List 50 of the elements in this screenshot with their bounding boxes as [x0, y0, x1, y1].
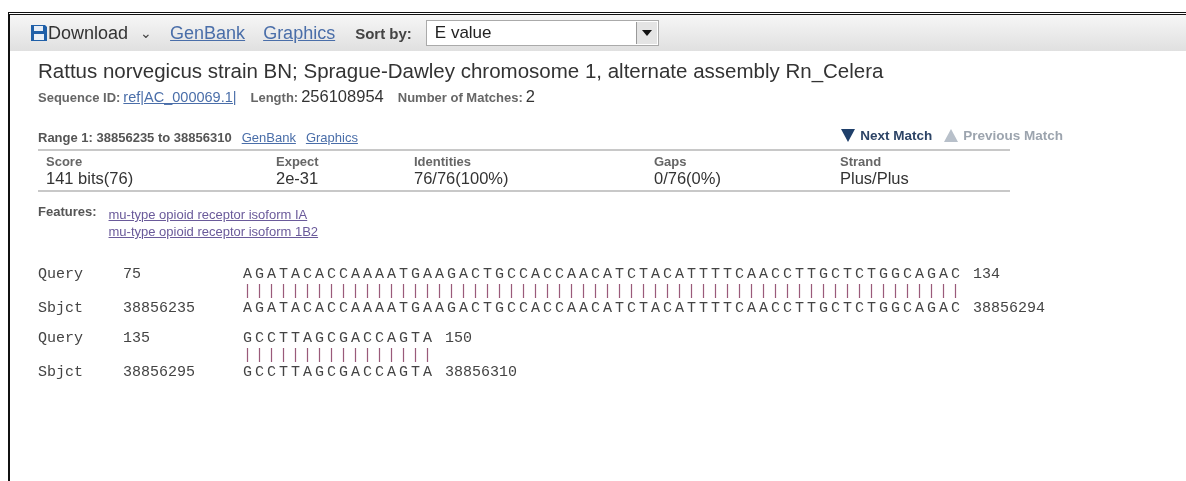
position-number: 134: [973, 266, 1001, 283]
sequence-text: AGATACACCAAAATGAAGACTGCCACCAACATCTACATTTTCAACCTTGCTCTGGCAGAC: [243, 266, 964, 283]
dropdown-arrow-icon: [641, 30, 652, 36]
up-triangle-icon: [944, 129, 959, 142]
row-label: Query: [38, 266, 84, 283]
match-nav-link[interactable]: Next Match: [841, 128, 933, 143]
meta-label: Sequence ID:: [38, 90, 121, 105]
sequence-text: GCCTTAGCGACCAGTA: [243, 330, 436, 347]
stat-value: 2e-31: [275, 169, 319, 188]
hit-title: Rattus norvegicus strain BN; Sprague-Dawley chromosome 1, alternate assembly Rn_Celera: [38, 59, 885, 83]
match-bars: ||||||||||||||||||||||||||||||||||||||||||||||||||||||||||||: [243, 283, 964, 300]
meta-label: Length:: [250, 90, 299, 105]
feature-link[interactable]: mu-type opioid receptor isoform IA: [108, 206, 308, 223]
sequence-text: GCCTTAGCGACCAGTA: [243, 364, 436, 381]
row-label: Query: [38, 330, 84, 347]
meta-label: Number of Matches:: [397, 90, 523, 105]
range-label: Range 1: 38856235 to 38856310: [38, 130, 232, 145]
position-number: 38856235: [123, 300, 196, 317]
features-label: Features:: [38, 204, 97, 221]
sort-dropdown[interactable]: E value: [425, 20, 659, 46]
stat-header: Strand: [839, 154, 882, 169]
range-link[interactable]: Graphics: [305, 130, 358, 145]
download-button[interactable]: Download ⌄: [30, 22, 153, 44]
stat-value: 0/76(0%): [653, 169, 721, 188]
range-link[interactable]: GenBank: [241, 130, 296, 145]
meta-value: 2: [525, 87, 535, 105]
row-label: Sbjct: [38, 364, 84, 381]
sequence-text: AGATACACCAAAATGAAGACTGCCACCAACATCTACATTTTCAACCTTGCTCTGGCAGAC: [243, 300, 964, 317]
position-number: 150: [445, 330, 473, 347]
position-number: 135: [123, 330, 151, 347]
stat-header: Expect: [275, 154, 319, 169]
stat-header: Score: [45, 154, 83, 169]
toolbar-link[interactable]: GenBank: [170, 22, 246, 44]
position-number: 38856310: [445, 364, 518, 381]
match-bars: ||||||||||||||||: [243, 347, 436, 364]
stat-value: 76/76(100%): [413, 169, 509, 188]
sort-label: Sort by:: [355, 24, 412, 42]
position-number: 75: [123, 266, 142, 283]
stat-value: 141 bits(76): [45, 169, 134, 188]
stat-value: Plus/Plus: [839, 169, 909, 188]
meta-value: 256108954: [301, 87, 384, 105]
row-label: Sbjct: [38, 300, 84, 317]
toolbar-link[interactable]: Graphics: [263, 22, 336, 44]
position-number: 38856295: [123, 364, 196, 381]
stat-header: Identities: [413, 154, 472, 169]
feature-link[interactable]: mu-type opioid receptor isoform 1B2: [108, 223, 319, 240]
down-triangle-icon: [841, 129, 856, 142]
sequence-id-link[interactable]: ref|AC_000069.1|: [123, 89, 237, 105]
position-number: 38856294: [973, 300, 1046, 317]
stat-header: Gaps: [653, 154, 687, 169]
